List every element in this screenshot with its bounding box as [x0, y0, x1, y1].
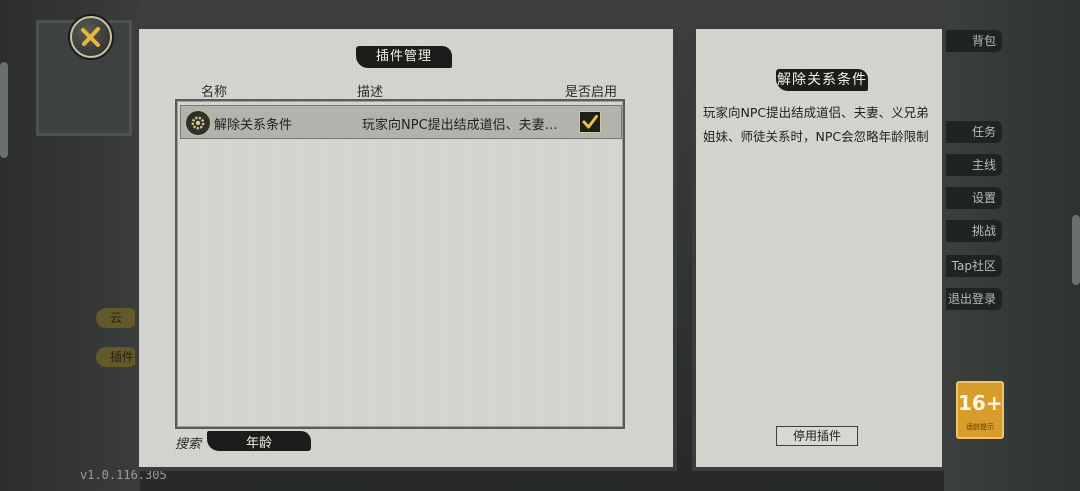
- close-button[interactable]: [70, 16, 112, 58]
- check-icon: [582, 115, 598, 129]
- detail-description: 玩家向NPC提出结成道侣、夫妻、义兄弟姐妹、师徒关系时，NPC会忽略年龄限制: [703, 105, 929, 144]
- bg-button-settings: 设置: [940, 187, 1002, 209]
- bg-button-main: 主线: [940, 154, 1002, 176]
- search-label: 搜索: [175, 437, 202, 452]
- disable-plugin-button[interactable]: 停用插件: [776, 426, 858, 446]
- plugin-manager-panel: 插件管理 名称 描述 是否启用 解除关系条件 玩家向NPC提出结成道侣、夫妻… …: [135, 25, 677, 471]
- column-header-enabled: 是否启用: [565, 85, 618, 100]
- age-rating-sub: 适龄提示: [966, 423, 994, 431]
- detail-title: 解除关系条件: [776, 69, 868, 91]
- column-header-description: 描述: [357, 85, 384, 100]
- plugin-row[interactable]: 解除关系条件 玩家向NPC提出结成道侣、夫妻…: [180, 105, 622, 139]
- panel-title: 插件管理: [356, 46, 452, 68]
- left-edge-tab: [0, 62, 8, 158]
- background-pill-plugin: 插件: [96, 347, 138, 367]
- bg-button-tap: Tap社区: [940, 255, 1002, 277]
- plugin-description: 玩家向NPC提出结成道侣、夫妻…: [362, 118, 558, 133]
- column-header-name: 名称: [201, 85, 228, 100]
- search-input[interactable]: [207, 431, 311, 451]
- bg-button-challenge: 挑战: [940, 220, 1002, 242]
- plugin-detail-panel: 解除关系条件 玩家向NPC提出结成道侣、夫妻、义兄弟姐妹、师徒关系时，NPC会忽…: [692, 25, 946, 471]
- gear-icon: [185, 110, 211, 136]
- age-rating-text: 16+: [958, 391, 1003, 415]
- bg-button-logout: 退出登录: [940, 288, 1002, 310]
- close-icon: [81, 27, 100, 47]
- plugin-list: 解除关系条件 玩家向NPC提出结成道侣、夫妻…: [175, 99, 625, 429]
- bg-button-bag: 背包: [940, 30, 1002, 52]
- age-rating-badge: 16+ 适龄提示: [956, 381, 1004, 439]
- enabled-checkbox[interactable]: [579, 111, 601, 133]
- right-edge-tab: [1072, 215, 1080, 285]
- plugin-name: 解除关系条件: [214, 118, 293, 133]
- background-pill-cloud: 云: [96, 308, 138, 328]
- bg-button-task: 任务: [940, 121, 1002, 143]
